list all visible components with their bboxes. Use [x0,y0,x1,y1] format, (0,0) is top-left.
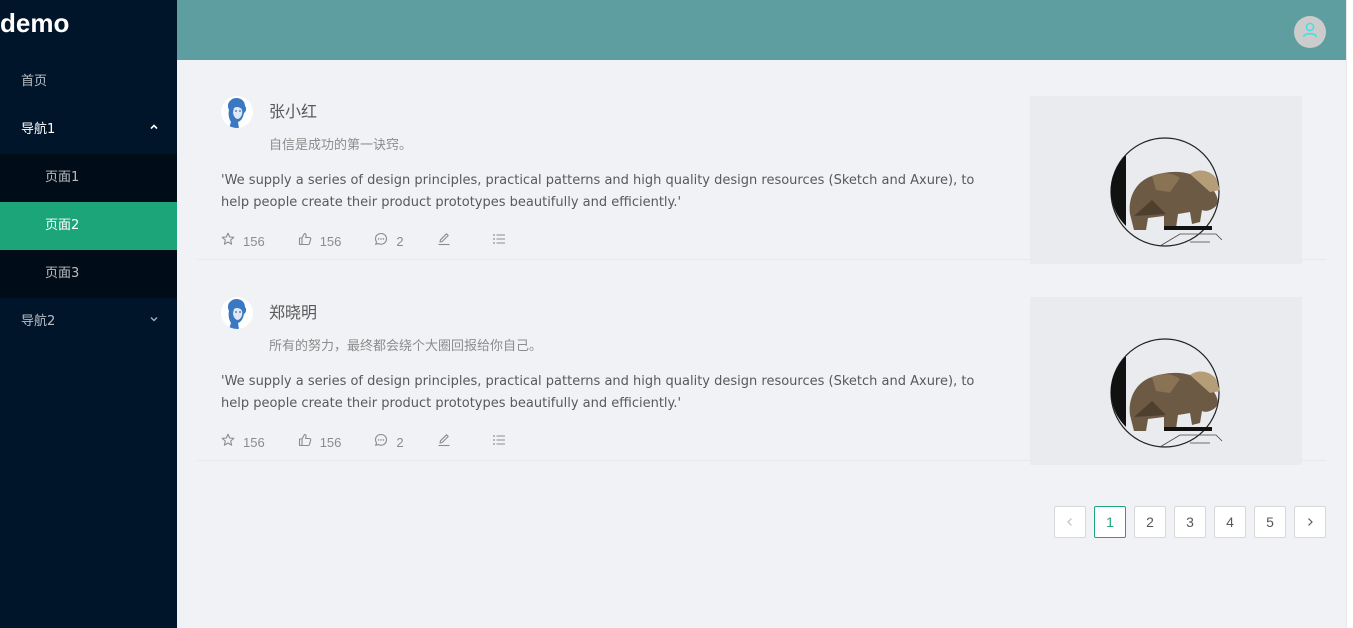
menu-item-label: 页面1 [45,170,80,185]
pagination-next-button[interactable] [1294,506,1326,538]
pagination-page-5[interactable]: 5 [1254,506,1286,538]
menu-item-page1[interactable]: 页面1 [0,154,177,202]
pagination-page-2[interactable]: 2 [1134,506,1166,538]
like-count: 156 [319,233,342,249]
star-icon [221,433,243,451]
pagination-prev-button[interactable] [1054,506,1086,538]
message-icon [374,232,396,250]
edit-action[interactable] [420,433,475,451]
more-action[interactable] [475,232,530,250]
menu-item-home[interactable]: 首页 [0,58,177,106]
submenu-nav1[interactable]: 导航1 [0,106,177,154]
submenu-nav2[interactable]: 导航2 [0,298,177,346]
chevron-right-icon [1305,514,1315,530]
item-description: 所有的努力，最终都会绕个大圈回报给你自己。 [269,339,543,354]
star-count: 156 [243,233,265,249]
item-content: 'We supply a series of design principles… [221,374,975,411]
more-action[interactable] [475,433,530,451]
item-cover-image [1030,297,1302,465]
item-title[interactable]: 郑晓明 [269,299,317,323]
item-actions: 156 156 2 [221,433,530,451]
comment-count: 2 [396,233,404,249]
menu-item-label: 导航1 [21,122,56,137]
app-logo: demo [0,8,70,38]
pagination: 1 2 3 4 5 [1046,506,1326,538]
pagination-page-4[interactable]: 4 [1214,506,1246,538]
user-avatar-button[interactable] [1294,16,1326,48]
item-description: 自信是成功的第一诀窍。 [269,138,413,153]
item-actions: 156 156 2 [221,232,530,250]
star-action[interactable]: 156 [221,433,281,451]
list-item: 张小红 自信是成功的第一诀窍。 'We supply a series of d… [197,60,1326,264]
menu-item-page2[interactable]: 页面2 [0,202,177,250]
menu-item-label: 页面2 [45,218,80,233]
comment-action[interactable]: 2 [357,433,419,451]
comment-action[interactable]: 2 [357,232,419,250]
message-icon [374,433,396,451]
chevron-up-icon [149,106,159,154]
vertical-scrollbar[interactable] [1346,0,1353,628]
edit-action[interactable] [420,232,475,250]
pagination-page-3[interactable]: 3 [1174,506,1206,538]
like-icon [298,433,320,451]
comment-count: 2 [396,434,404,450]
chevron-down-icon [149,298,159,346]
menu-item-label: 导航2 [21,314,56,329]
list-icon [492,433,514,451]
author-avatar [221,96,253,128]
star-icon [221,232,243,250]
like-icon [298,232,320,250]
like-action[interactable]: 156 [281,433,358,451]
main-content: 张小红 自信是成功的第一诀窍。 'We supply a series of d… [177,60,1346,628]
user-icon [1301,21,1319,43]
item-title[interactable]: 张小红 [269,98,317,122]
list-item: 郑晓明 所有的努力，最终都会绕个大圈回报给你自己。 'We supply a s… [197,261,1326,465]
like-count: 156 [319,434,342,450]
star-action[interactable]: 156 [221,232,281,250]
menu-item-label: 页面3 [45,266,80,281]
sidebar: demo 首页 导航1 页面1 页面2 页面3 导航2 [0,0,177,628]
submenu-nav1-items: 页面1 页面2 页面3 [0,154,177,298]
edit-icon [437,232,459,250]
author-avatar [221,297,253,329]
chevron-left-icon [1065,514,1075,530]
item-content: 'We supply a series of design principles… [221,173,975,210]
header [177,0,1346,60]
list-icon [492,232,514,250]
star-count: 156 [243,434,265,450]
like-action[interactable]: 156 [281,232,358,250]
item-cover-image [1030,96,1302,264]
menu-item-label: 首页 [21,74,48,89]
edit-icon [437,433,459,451]
pagination-page-1[interactable]: 1 [1094,506,1126,538]
menu-item-page3[interactable]: 页面3 [0,250,177,298]
